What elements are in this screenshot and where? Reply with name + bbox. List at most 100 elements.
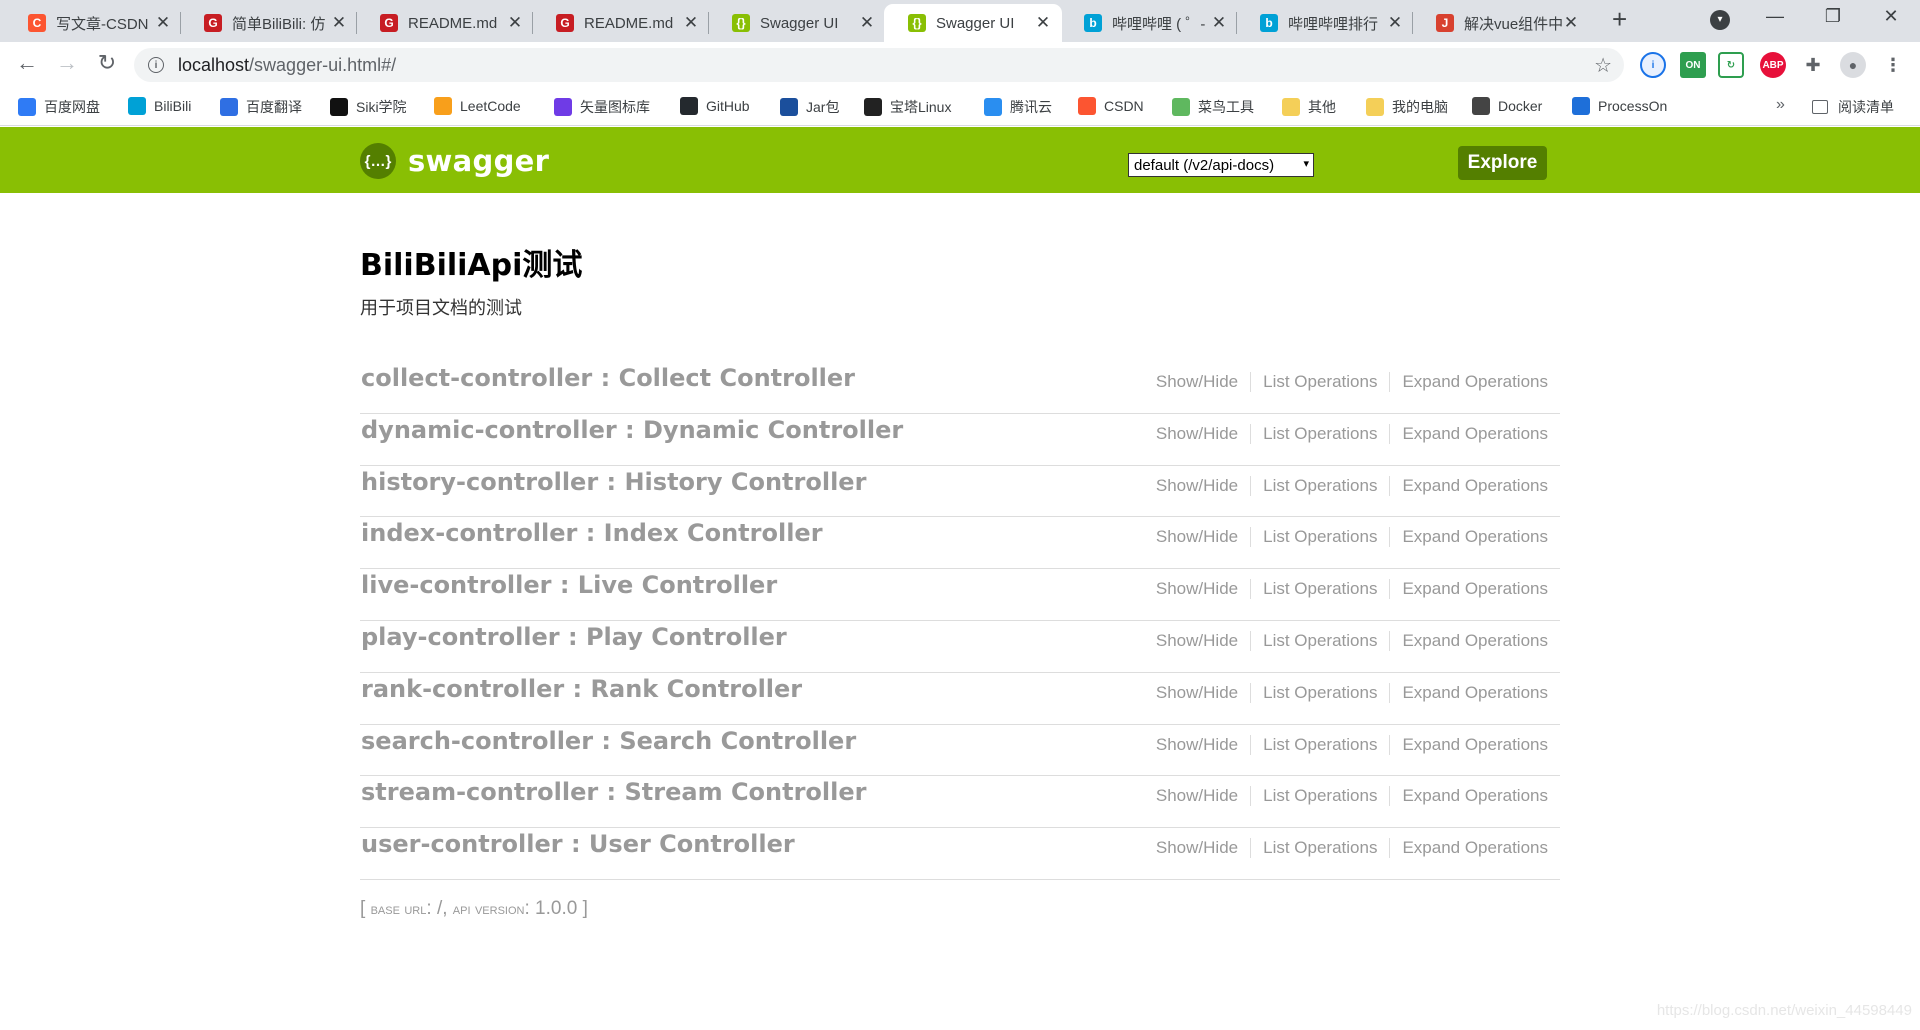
- adblock-icon[interactable]: ABP: [1760, 52, 1786, 78]
- expand-operations-link[interactable]: Expand Operations: [1390, 683, 1548, 703]
- resource-name-link[interactable]: play-controller : Play Controller: [361, 623, 787, 651]
- bookmark-star-icon[interactable]: ☆: [1594, 53, 1612, 78]
- extension-green-icon[interactable]: ↻: [1718, 52, 1744, 78]
- list-operations-link[interactable]: List Operations: [1251, 527, 1391, 548]
- profile-avatar-icon[interactable]: ●: [1840, 52, 1866, 78]
- forward-icon[interactable]: →: [52, 50, 82, 76]
- expand-operations-link[interactable]: Expand Operations: [1390, 424, 1548, 444]
- close-tab-icon[interactable]: ✕: [682, 13, 700, 33]
- browser-tab[interactable]: G README.md ✕: [532, 4, 710, 42]
- resource-name-link[interactable]: rank-controller : Rank Controller: [361, 675, 802, 703]
- bookmark-item[interactable]: 我的电脑: [1366, 97, 1448, 117]
- expand-operations-link[interactable]: Expand Operations: [1390, 476, 1548, 496]
- resource-row: dynamic-controller : Dynamic Controller S…: [360, 414, 1560, 466]
- swagger-logo[interactable]: {…} swagger: [360, 143, 549, 179]
- show-hide-link[interactable]: Show/Hide: [1144, 527, 1252, 548]
- bookmark-item[interactable]: 宝塔Linux: [864, 97, 951, 117]
- bookmark-item[interactable]: BiliBili: [128, 97, 191, 115]
- resource-name-link[interactable]: history-controller : History Controller: [361, 468, 866, 496]
- browser-tab[interactable]: G README.md ✕: [356, 4, 534, 42]
- close-tab-icon[interactable]: ✕: [858, 13, 876, 33]
- extension-icon[interactable]: i: [1640, 52, 1666, 78]
- extensions-puzzle-icon[interactable]: ✚: [1800, 52, 1826, 78]
- close-tab-icon[interactable]: ✕: [1562, 13, 1580, 33]
- resource-name-link[interactable]: search-controller : Search Controller: [361, 727, 856, 755]
- expand-operations-link[interactable]: Expand Operations: [1390, 786, 1548, 806]
- show-hide-link[interactable]: Show/Hide: [1144, 786, 1252, 807]
- bookmark-item[interactable]: 百度翻译: [220, 97, 302, 117]
- address-bar[interactable]: i localhost/swagger-ui.html#/ ☆: [134, 48, 1624, 82]
- tab-search-icon[interactable]: ▾: [1710, 10, 1730, 30]
- api-spec-select[interactable]: default (/v2/api-docs) ▾: [1128, 153, 1314, 177]
- restore-icon[interactable]: ❐: [1818, 6, 1848, 27]
- resource-name-link[interactable]: stream-controller : Stream Controller: [361, 778, 867, 806]
- site-info-icon[interactable]: i: [148, 57, 164, 73]
- resource-name-link[interactable]: dynamic-controller : Dynamic Controller: [361, 416, 903, 444]
- resource-name-link[interactable]: collect-controller : Collect Controller: [361, 364, 855, 392]
- expand-operations-link[interactable]: Expand Operations: [1390, 527, 1548, 547]
- browser-tab[interactable]: J 解决vue组件中 ✕: [1412, 4, 1590, 42]
- resource-name-link[interactable]: user-controller : User Controller: [361, 830, 795, 858]
- list-operations-link[interactable]: List Operations: [1251, 630, 1391, 651]
- list-operations-link[interactable]: List Operations: [1251, 372, 1391, 392]
- bookmark-item[interactable]: 腾讯云: [984, 97, 1052, 117]
- close-tab-icon[interactable]: ✕: [154, 13, 172, 33]
- expand-operations-link[interactable]: Expand Operations: [1390, 631, 1548, 651]
- more-bookmarks-icon[interactable]: »: [1776, 96, 1785, 114]
- browser-tab[interactable]: C 写文章-CSDN ✕: [4, 4, 182, 42]
- show-hide-link[interactable]: Show/Hide: [1144, 579, 1252, 600]
- bookmark-item[interactable]: 菜鸟工具: [1172, 97, 1254, 117]
- close-tab-icon[interactable]: ✕: [1034, 13, 1052, 33]
- list-operations-link[interactable]: List Operations: [1251, 682, 1391, 703]
- expand-operations-link[interactable]: Expand Operations: [1390, 372, 1548, 392]
- browser-menu-icon[interactable]: ⋮: [1880, 52, 1906, 78]
- close-window-icon[interactable]: ✕: [1876, 6, 1906, 27]
- list-operations-link[interactable]: List Operations: [1251, 786, 1391, 807]
- resource-name-link[interactable]: live-controller : Live Controller: [361, 571, 777, 599]
- browser-tab[interactable]: {} Swagger UI ✕: [884, 4, 1062, 42]
- bookmark-item[interactable]: CSDN: [1078, 97, 1144, 115]
- list-operations-link[interactable]: List Operations: [1251, 734, 1391, 755]
- expand-operations-link[interactable]: Expand Operations: [1390, 838, 1548, 858]
- show-hide-link[interactable]: Show/Hide: [1144, 838, 1252, 859]
- close-tab-icon[interactable]: ✕: [1210, 13, 1228, 33]
- reload-icon[interactable]: ↻: [92, 50, 122, 76]
- bookmark-item[interactable]: LeetCode: [434, 97, 521, 115]
- expand-operations-link[interactable]: Expand Operations: [1390, 579, 1548, 599]
- browser-tab[interactable]: b 哔哩哔哩排行 ✕: [1236, 4, 1414, 42]
- show-hide-link[interactable]: Show/Hide: [1144, 734, 1252, 755]
- bookmark-item[interactable]: Jar包: [780, 97, 839, 117]
- list-operations-link[interactable]: List Operations: [1251, 579, 1391, 600]
- browser-tab[interactable]: b 哔哩哔哩 ( ゜- ✕: [1060, 4, 1238, 42]
- show-hide-link[interactable]: Show/Hide: [1144, 630, 1252, 651]
- bookmark-item[interactable]: 矢量图标库: [554, 97, 650, 117]
- url-text[interactable]: localhost/swagger-ui.html#/: [178, 55, 396, 76]
- list-operations-link[interactable]: List Operations: [1251, 423, 1391, 444]
- minimize-icon[interactable]: —: [1760, 6, 1790, 27]
- resource-row: play-controller : Play Controller Show/Hi…: [360, 621, 1560, 673]
- show-hide-link[interactable]: Show/Hide: [1144, 475, 1252, 496]
- close-tab-icon[interactable]: ✕: [330, 13, 348, 33]
- expand-operations-link[interactable]: Expand Operations: [1390, 735, 1548, 755]
- bookmark-item[interactable]: Siki学院: [330, 97, 407, 117]
- browser-tab[interactable]: G 简单BiliBili: 仿 ✕: [180, 4, 358, 42]
- close-tab-icon[interactable]: ✕: [506, 13, 524, 33]
- browser-tab[interactable]: {} Swagger UI ✕: [708, 4, 886, 42]
- list-operations-link[interactable]: List Operations: [1251, 838, 1391, 859]
- show-hide-link[interactable]: Show/Hide: [1144, 423, 1252, 444]
- resource-name-link[interactable]: index-controller : Index Controller: [361, 519, 823, 547]
- new-tab-icon[interactable]: +: [1612, 4, 1627, 35]
- show-hide-link[interactable]: Show/Hide: [1144, 682, 1252, 703]
- extension-on-icon[interactable]: ON: [1680, 52, 1706, 78]
- bookmark-item[interactable]: Docker: [1472, 97, 1542, 115]
- reading-list-button[interactable]: 阅读清单: [1812, 97, 1894, 117]
- bookmark-item[interactable]: 百度网盘: [18, 97, 100, 117]
- bookmark-item[interactable]: ProcessOn: [1572, 97, 1667, 115]
- list-operations-link[interactable]: List Operations: [1251, 475, 1391, 496]
- show-hide-link[interactable]: Show/Hide: [1144, 372, 1252, 392]
- bookmark-item[interactable]: GitHub: [680, 97, 750, 115]
- explore-button[interactable]: Explore: [1458, 146, 1547, 180]
- back-icon[interactable]: ←: [12, 50, 42, 76]
- bookmark-item[interactable]: 其他: [1282, 97, 1336, 117]
- close-tab-icon[interactable]: ✕: [1386, 13, 1404, 33]
